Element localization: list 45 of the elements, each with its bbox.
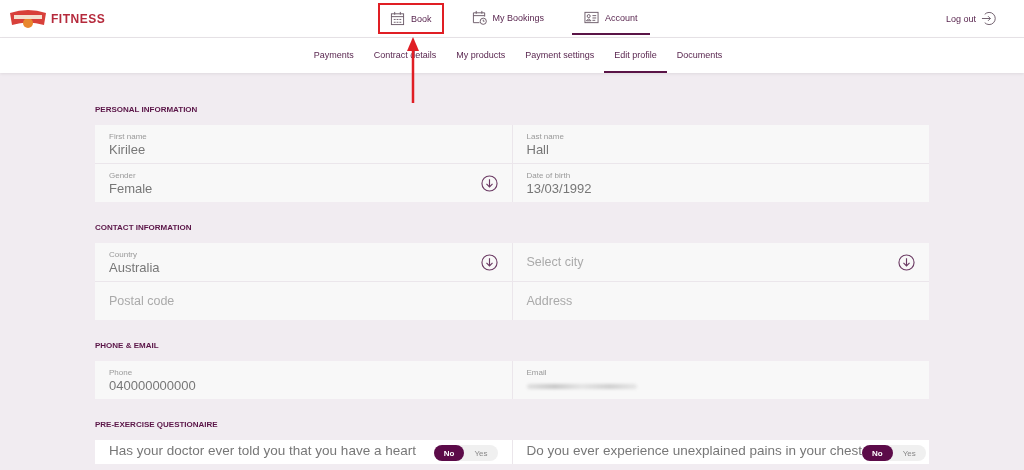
field-label: Email <box>526 367 548 378</box>
brand-name: FITNESS <box>51 11 106 26</box>
input-field[interactable]: Last name Hall <box>512 125 929 163</box>
field-label: Country <box>109 248 138 260</box>
logout-button[interactable]: Log out <box>945 11 996 26</box>
subnav-tab[interactable]: Payments <box>303 38 364 73</box>
toggle-option[interactable]: No <box>433 445 465 461</box>
section-title: CONTACT INFORMATION <box>95 222 193 234</box>
nav-tab[interactable]: Account <box>572 0 650 37</box>
question-text: Do you ever experience unexplained pains in your chest <box>526 442 862 459</box>
field-label: First name <box>109 130 148 142</box>
id-card-icon <box>584 10 600 25</box>
dropdown-field[interactable]: Country Australia <box>95 243 512 281</box>
input-field[interactable]: Phone 040000000000 <box>95 361 512 399</box>
field-value: Hall <box>526 141 550 158</box>
section-title: PHONE & EMAIL <box>95 340 160 352</box>
input-field[interactable]: Date of birth 13/03/1992 <box>512 164 929 202</box>
nav-tab[interactable]: My Bookings <box>459 0 557 37</box>
toggle-option[interactable]: No <box>861 445 893 461</box>
field-label: Date of birth <box>526 169 572 181</box>
section-title: PERSONAL INFORMATION <box>95 104 199 116</box>
dropdown-field[interactable]: Gender Female <box>95 164 512 202</box>
question-text: Has your doctor ever told you that you have a heart <box>109 442 416 459</box>
calendar-clock-icon <box>471 10 487 25</box>
section-title: PRE-EXERCISE QUESTIONAIRE <box>95 419 219 431</box>
field-placeholder: Address <box>526 293 574 309</box>
field-value: Australia <box>109 259 161 276</box>
field-label: Phone <box>109 366 134 378</box>
input-field[interactable]: First name Kirilee <box>95 125 512 163</box>
field-label: Gender <box>109 169 137 181</box>
subnav-tab[interactable]: Edit profile <box>604 38 667 73</box>
field-placeholder: Select city <box>526 254 585 270</box>
subnav-tab[interactable]: Documents <box>666 38 733 73</box>
field-placeholder: Postal code <box>109 293 176 309</box>
calendar-icon <box>390 11 405 26</box>
field-label: Last name <box>526 130 565 142</box>
nav-tab[interactable]: Book <box>378 3 444 34</box>
field-value: Kirilee <box>109 141 147 158</box>
subnav-tab[interactable]: Payment settings <box>515 38 605 73</box>
subnav-tab[interactable]: My products <box>446 38 516 73</box>
logo-icon <box>8 8 48 29</box>
field-value: 13/03/1992 <box>526 180 593 197</box>
field-value: Female <box>109 180 154 197</box>
field-value: 040000000000 <box>109 377 197 394</box>
logout-icon <box>981 11 996 26</box>
